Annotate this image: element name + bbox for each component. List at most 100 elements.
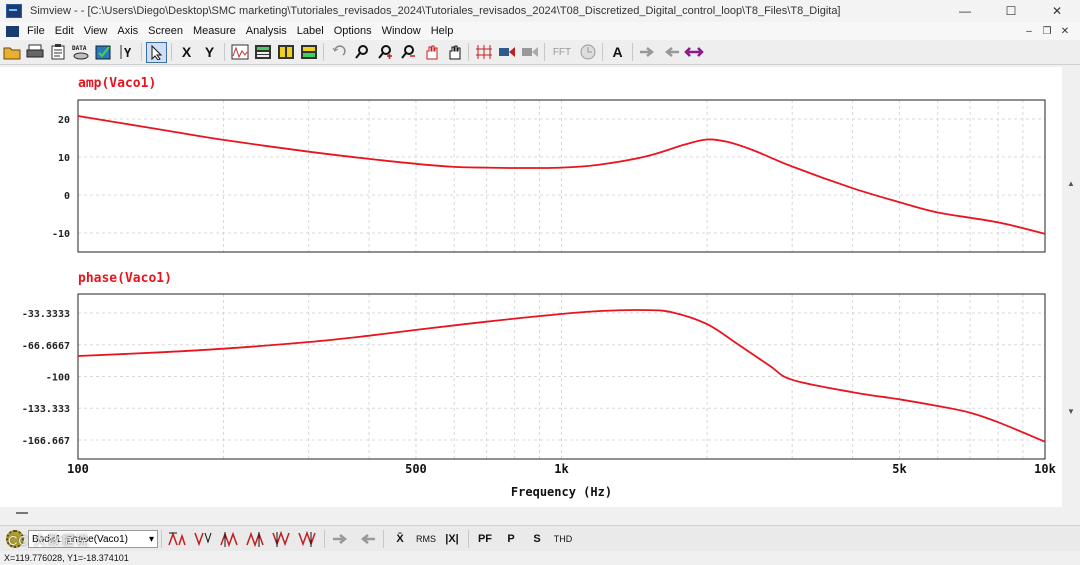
simview-app-icon[interactable] xyxy=(6,4,22,18)
label-marker-icon[interactable] xyxy=(519,42,540,63)
prev-min-icon[interactable] xyxy=(297,529,319,549)
menu-bar: File Edit View Axis Screen Measure Analy… xyxy=(0,22,1080,40)
window-controls: — ☐ ✕ xyxy=(942,0,1080,22)
next-min-icon[interactable] xyxy=(271,529,293,549)
cursor-left-icon[interactable] xyxy=(356,529,378,549)
pan-hand-icon[interactable] xyxy=(443,42,464,63)
min-peak-icon[interactable] xyxy=(193,529,215,549)
menu-help[interactable]: Help xyxy=(427,25,460,37)
document-icon[interactable] xyxy=(6,25,19,37)
text-label-button[interactable]: A xyxy=(607,42,628,63)
plot-area[interactable]: amp(Vaco1) 20 10 0 -10 phase(Vaco1) -33.3333-… xyxy=(0,67,1062,507)
zoom-in-icon[interactable] xyxy=(374,42,395,63)
toolbar-separator xyxy=(468,530,469,548)
zoom-icon[interactable] xyxy=(351,42,372,63)
toolbar-separator xyxy=(632,43,633,61)
waveform-icon[interactable] xyxy=(229,42,250,63)
scroll-down-arrow-icon[interactable]: ▼ xyxy=(1067,407,1075,416)
menu-measure[interactable]: Measure xyxy=(189,25,242,37)
x-axis: 100 500 1k 5k 10k Frequency (Hz) xyxy=(67,462,1056,499)
phase-ytick-label: -166.667 xyxy=(22,436,70,447)
axis-y-icon[interactable]: Y xyxy=(116,42,137,63)
minimize-button[interactable]: — xyxy=(942,0,988,22)
pan-hand-red-icon[interactable] xyxy=(420,42,441,63)
window-title: Simview - - [C:\Users\Diego\Desktop\SMC … xyxy=(30,5,841,17)
clipboard-icon[interactable] xyxy=(47,42,68,63)
table-icon[interactable] xyxy=(252,42,273,63)
phase-chart-title: phase(Vaco1) xyxy=(78,271,172,286)
data-icon[interactable]: DATA xyxy=(70,42,91,63)
clock-icon[interactable] xyxy=(577,42,598,63)
amp-ytick-label: 10 xyxy=(58,153,70,164)
max-peak-icon[interactable] xyxy=(167,529,189,549)
menu-view[interactable]: View xyxy=(80,25,114,37)
apparent-power-button[interactable]: S xyxy=(526,529,548,549)
undo-zoom-icon[interactable] xyxy=(328,42,349,63)
phase-ytick-label: -133.333 xyxy=(22,404,70,415)
menu-options[interactable]: Options xyxy=(330,25,378,37)
svg-text:Y: Y xyxy=(124,46,132,60)
toolbar-separator xyxy=(141,43,142,61)
amp-panel: amp(Vaco1) 20 10 0 -10 xyxy=(52,76,1046,253)
abs-mean-button[interactable]: |X| xyxy=(441,529,463,549)
fft-button[interactable]: FFT xyxy=(549,42,575,63)
check-chart-icon[interactable] xyxy=(93,42,114,63)
toolbar-separator xyxy=(324,530,325,548)
scroll-up-arrow-icon[interactable]: ▲ xyxy=(1067,179,1075,188)
amp-plot-frame xyxy=(77,99,1046,253)
doc-close-button[interactable]: ✕ xyxy=(1056,22,1074,40)
vertical-scrollbar[interactable]: ▲ ▼ xyxy=(1062,67,1080,507)
real-power-button[interactable]: P xyxy=(500,529,522,549)
toolbar-separator xyxy=(171,43,172,61)
menu-window[interactable]: Window xyxy=(378,25,427,37)
power-factor-button[interactable]: PF xyxy=(474,529,496,549)
toolbar-separator xyxy=(468,43,469,61)
marker-icon[interactable] xyxy=(496,42,517,63)
mean-button[interactable]: X̄ xyxy=(389,529,411,549)
xtick-label: 10k xyxy=(1034,462,1056,476)
measure-toolbar: Bode1: phase(Vaco1) ▾ X̄ RMS |X| PF P S … xyxy=(0,525,1080,552)
y-axis-button[interactable]: Y xyxy=(199,42,220,63)
maximize-button[interactable]: ☐ xyxy=(988,0,1034,22)
grid-cursor-icon[interactable] xyxy=(473,42,494,63)
x-axis-button[interactable]: X xyxy=(176,42,197,63)
cursor-right-icon[interactable] xyxy=(330,529,352,549)
horizontal-scrollbar[interactable] xyxy=(0,507,1080,525)
print-icon[interactable] xyxy=(24,42,45,63)
screen-add-icon[interactable] xyxy=(298,42,319,63)
pointer-icon[interactable] xyxy=(146,41,167,63)
menu-analysis[interactable]: Analysis xyxy=(242,25,293,37)
data-icon-text: DATA xyxy=(72,45,87,52)
arrow-left-icon[interactable] xyxy=(660,42,681,63)
close-button[interactable]: ✕ xyxy=(1034,0,1080,22)
menu-label[interactable]: Label xyxy=(293,25,330,37)
menu-screen[interactable]: Screen xyxy=(144,25,189,37)
scroll-thumb[interactable] xyxy=(16,512,28,514)
toolbar-separator xyxy=(602,43,603,61)
doc-minimize-button[interactable]: – xyxy=(1020,22,1038,40)
xtick-label: 500 xyxy=(405,462,427,476)
open-folder-icon[interactable] xyxy=(1,42,22,63)
zoom-out-icon[interactable] xyxy=(397,42,418,63)
arrow-right-icon[interactable] xyxy=(637,42,658,63)
bode-plot[interactable]: amp(Vaco1)20100-10 phase(Vaco1)-33.3333-… xyxy=(0,67,1062,507)
chevron-down-icon: ▾ xyxy=(148,533,154,545)
menu-axis[interactable]: Axis xyxy=(113,25,144,37)
x-axis-label: Frequency (Hz) xyxy=(511,485,612,499)
menu-edit[interactable]: Edit xyxy=(51,25,80,37)
rms-button[interactable]: RMS xyxy=(415,529,437,549)
prev-max-icon[interactable] xyxy=(245,529,267,549)
phase-panel: phase(Vaco1) -33.3333 -66.6667 -100 -133.333… xyxy=(22,271,1046,460)
screen-split-icon[interactable] xyxy=(275,42,296,63)
amp-ytick-label: 0 xyxy=(64,191,70,202)
doc-restore-button[interactable]: ❐ xyxy=(1038,22,1056,40)
menu-file[interactable]: File xyxy=(23,25,51,37)
document-window-controls: – ❐ ✕ xyxy=(1020,22,1074,40)
xtick-label: 5k xyxy=(892,462,907,476)
toolbar-separator xyxy=(161,530,162,548)
double-arrow-icon[interactable] xyxy=(683,42,704,63)
cursor-readout: X=119.776028, Y1=-18.374101 xyxy=(4,553,129,563)
next-max-icon[interactable] xyxy=(219,529,241,549)
thd-button[interactable]: THD xyxy=(552,529,574,549)
toolbar-separator xyxy=(323,43,324,61)
